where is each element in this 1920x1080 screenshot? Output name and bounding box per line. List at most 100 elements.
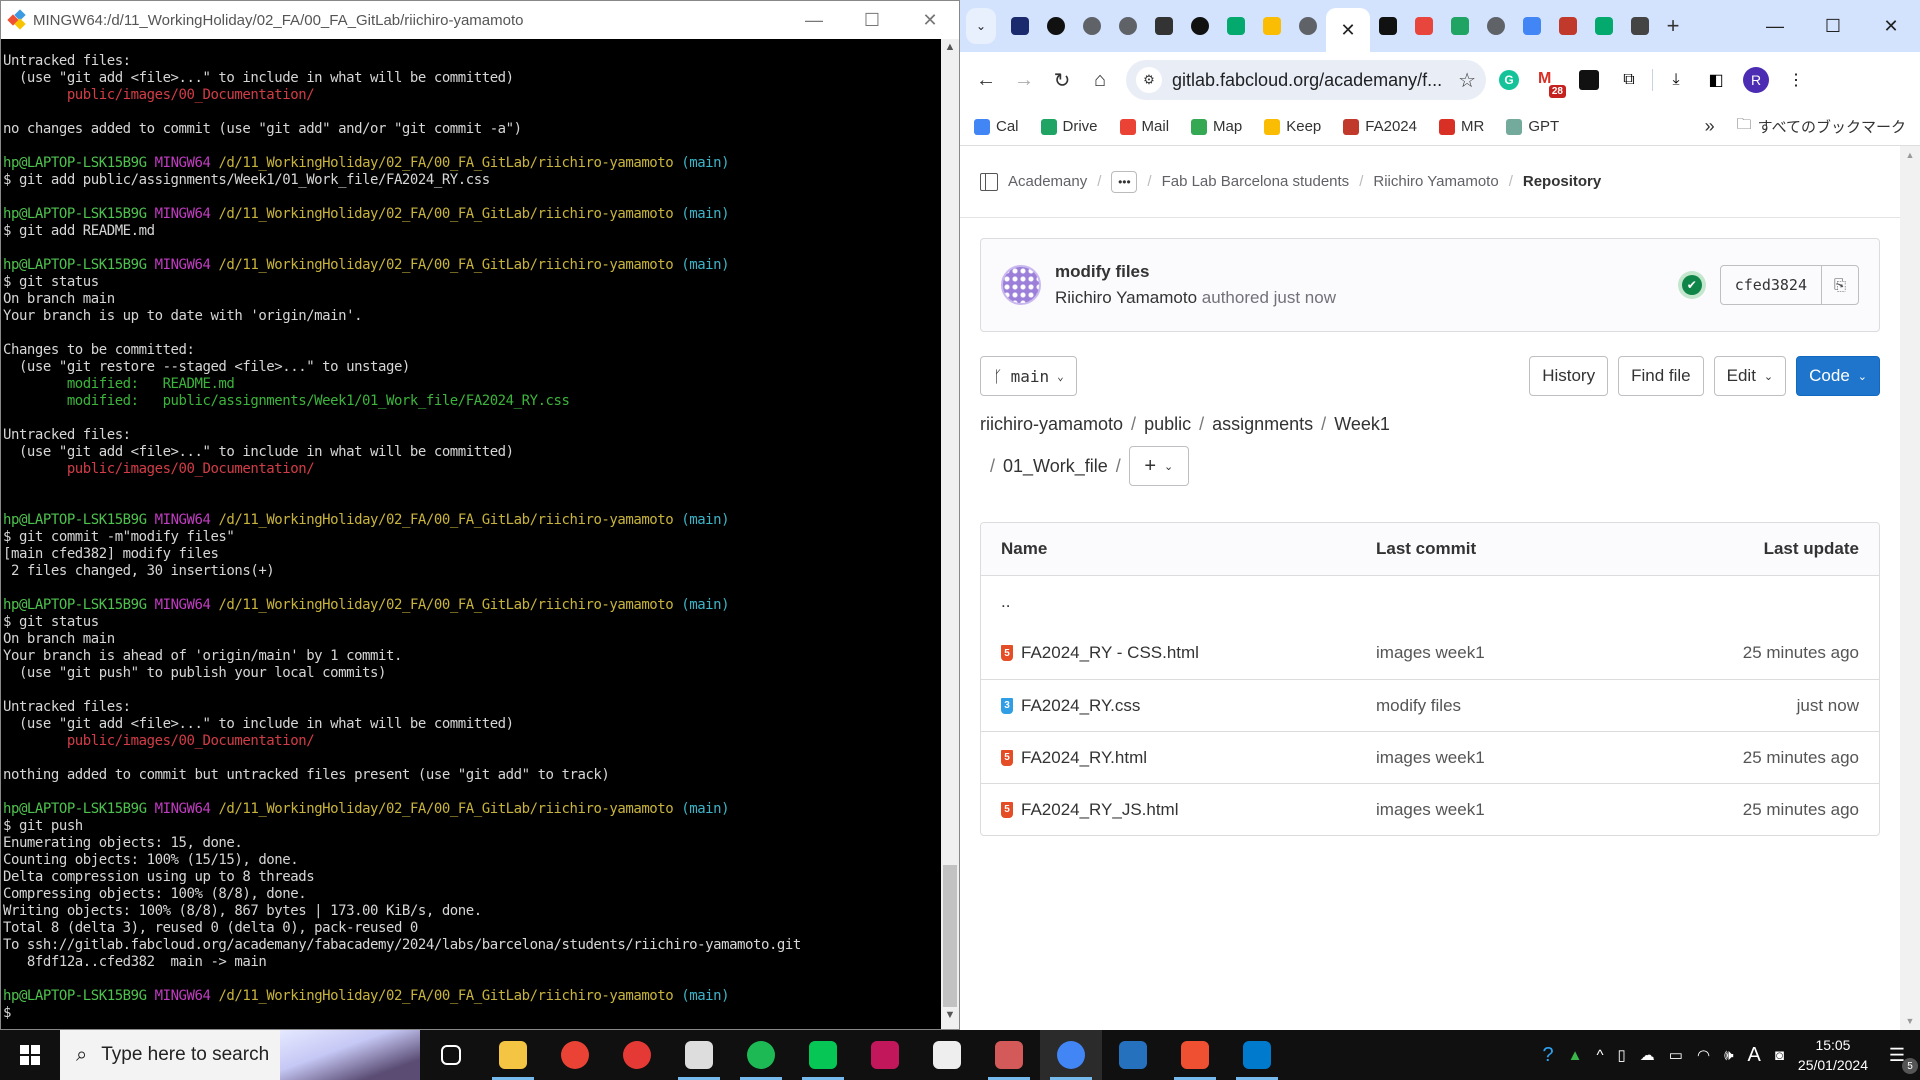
- bookmark-cal[interactable]: Cal: [974, 118, 1019, 135]
- tab-fabapps[interactable]: [1002, 8, 1038, 44]
- terminal-scrollbar[interactable]: ▲ ▼: [941, 39, 959, 1029]
- taskbar-app-snipping-tool[interactable]: [978, 1030, 1040, 1080]
- all-bookmarks-button[interactable]: 🗀 すべてのブックマーク: [1737, 114, 1906, 139]
- breadcrumb-project[interactable]: Riichiro Yamamoto: [1373, 173, 1498, 190]
- scrollbar-thumb[interactable]: [943, 865, 957, 1007]
- active-tab[interactable]: ✕: [1326, 8, 1370, 52]
- bookmark-star-icon[interactable]: ☆: [1458, 68, 1476, 93]
- terminal-window[interactable]: MINGW64:/d/11_WorkingHoliday/02_FA/00_FA…: [0, 0, 960, 1030]
- file-last-commit[interactable]: images week1: [1376, 800, 1659, 820]
- new-tab-button[interactable]: +: [1658, 13, 1688, 39]
- history-button[interactable]: History: [1529, 356, 1609, 396]
- scroll-up-icon[interactable]: ▲: [1900, 150, 1920, 160]
- file-name[interactable]: FA2024_RY.html: [1021, 748, 1147, 768]
- copy-sha-icon[interactable]: ⎘: [1822, 266, 1858, 304]
- scroll-down-icon[interactable]: ▼: [1900, 1016, 1920, 1026]
- back-button[interactable]: ←: [970, 64, 1002, 96]
- taskbar-app-google-photos[interactable]: [544, 1030, 606, 1080]
- start-button[interactable]: [0, 1030, 60, 1080]
- page-scrollbar[interactable]: ▲ ▼: [1900, 146, 1920, 1030]
- commit-sha[interactable]: cfed3824: [1721, 266, 1822, 304]
- gmail-checker-extension[interactable]: M 28: [1532, 63, 1566, 98]
- profile-avatar[interactable]: R: [1739, 63, 1773, 97]
- bookmark-map[interactable]: Map: [1191, 118, 1242, 135]
- tab-w3schools[interactable]: [1218, 8, 1254, 44]
- table-row[interactable]: 5 FA2024_RY_JS.html images week1 25 minutes…: [981, 783, 1879, 835]
- taskbar-app-voice-recorder[interactable]: [606, 1030, 668, 1080]
- taskbar-app-inkscape[interactable]: [916, 1030, 978, 1080]
- file-last-commit[interactable]: images week1: [1376, 748, 1659, 768]
- pipeline-status-badge[interactable]: ✔: [1677, 271, 1706, 299]
- tab-keep[interactable]: [1254, 8, 1290, 44]
- volume-icon[interactable]: 🕪: [1724, 1047, 1733, 1064]
- file-name[interactable]: FA2024_RY_JS.html: [1021, 800, 1179, 820]
- author-avatar[interactable]: [1001, 265, 1041, 305]
- taskbar-app-settings[interactable]: [668, 1030, 730, 1080]
- path-segment-current[interactable]: 01_Work_file: [1003, 456, 1108, 477]
- breadcrumb-academany[interactable]: Academany: [1008, 173, 1087, 190]
- tab-fablab-tv[interactable]: [1038, 8, 1074, 44]
- file-name[interactable]: FA2024_RY - CSS.html: [1021, 643, 1199, 663]
- table-row[interactable]: 5 FA2024_RY.html images week1 25 minutes ag…: [981, 731, 1879, 783]
- table-row[interactable]: 5 FA2024_RY - CSS.html images week1 25 minu…: [981, 627, 1879, 679]
- taskbar-app-vscode[interactable]: [1226, 1030, 1288, 1080]
- minimize-button[interactable]: —: [785, 1, 843, 39]
- ime-mode-icon[interactable]: ◙: [1775, 1047, 1784, 1064]
- home-button[interactable]: ⌂: [1084, 64, 1116, 96]
- tab-w3schools[interactable]: [1586, 8, 1622, 44]
- more-bookmarks-icon[interactable]: »: [1705, 116, 1715, 137]
- breadcrumb-group[interactable]: Fab Lab Barcelona students: [1162, 173, 1350, 190]
- clock[interactable]: 15:05 25/01/2024: [1798, 1035, 1868, 1075]
- breadcrumb-current[interactable]: Repository: [1523, 173, 1601, 190]
- taskbar-app-git-gui[interactable]: [1164, 1030, 1226, 1080]
- side-panel-icon[interactable]: ◧: [1699, 63, 1733, 97]
- path-segment[interactable]: public: [1144, 414, 1191, 434]
- taskbar-app-spotify[interactable]: [730, 1030, 792, 1080]
- minimize-button[interactable]: —: [1746, 16, 1804, 37]
- bookmark-keep[interactable]: Keep: [1264, 118, 1321, 135]
- ime-indicator[interactable]: A: [1748, 1044, 1761, 1067]
- taskbar-app-task-view[interactable]: [420, 1030, 482, 1080]
- edit-dropdown[interactable]: Edit ⌄: [1713, 356, 1787, 396]
- device-icon[interactable]: ▯: [1618, 1046, 1626, 1064]
- file-name[interactable]: FA2024_RY.css: [1021, 696, 1140, 716]
- tab-panda[interactable]: [1622, 8, 1658, 44]
- maximize-button[interactable]: ☐: [843, 1, 901, 39]
- tab-search-button[interactable]: ⌄: [966, 8, 996, 44]
- path-segment[interactable]: assignments: [1212, 414, 1313, 434]
- commit-title[interactable]: modify files: [1055, 262, 1678, 282]
- taskbar-app-file-explorer[interactable]: [482, 1030, 544, 1080]
- scroll-up-icon[interactable]: ▲: [941, 41, 959, 59]
- taskbar-app-chrome[interactable]: [1040, 1030, 1102, 1080]
- address-bar[interactable]: ⚙ gitlab.fabcloud.org/academany/f... ☆: [1126, 60, 1486, 100]
- breadcrumb-more-button[interactable]: •••: [1111, 170, 1138, 193]
- close-tab-icon[interactable]: ✕: [1340, 20, 1355, 41]
- tab-globe[interactable]: [1110, 8, 1146, 44]
- path-segment[interactable]: riichiro-yamamoto: [980, 414, 1123, 434]
- bookmark-mail[interactable]: Mail: [1119, 118, 1169, 135]
- taskbar-search[interactable]: ⌕ Type here to search: [60, 1030, 420, 1080]
- network-meter-icon[interactable]: ▲: [1568, 1047, 1583, 1064]
- tab-fabacademy[interactable]: [1550, 8, 1586, 44]
- bookmark-gpt[interactable]: GPT: [1506, 118, 1559, 135]
- notification-center-button[interactable]: ☰ 5: [1882, 1040, 1918, 1074]
- tab-calendar[interactable]: [1514, 8, 1550, 44]
- show-hidden-icons[interactable]: ^: [1596, 1047, 1603, 1064]
- tab-fablab-bcn[interactable]: [1370, 8, 1406, 44]
- tab-drive[interactable]: [1442, 8, 1478, 44]
- wifi-icon[interactable]: ◠: [1697, 1046, 1710, 1064]
- add-to-tree-dropdown[interactable]: + ⌄: [1128, 446, 1189, 486]
- tab-globe[interactable]: [1074, 8, 1110, 44]
- taskbar-app-line[interactable]: [792, 1030, 854, 1080]
- tab-slack-like[interactable]: [1406, 8, 1442, 44]
- downloads-icon[interactable]: ⤓: [1659, 63, 1693, 97]
- bookmark-fa2024[interactable]: FA2024: [1343, 118, 1417, 135]
- maximize-button[interactable]: ☐: [1804, 16, 1862, 37]
- path-segment[interactable]: Week1: [1334, 414, 1390, 434]
- file-last-commit[interactable]: images week1: [1376, 643, 1659, 663]
- bookmark-mr[interactable]: MR: [1439, 118, 1484, 135]
- tab-globe[interactable]: [1290, 8, 1326, 44]
- file-last-commit[interactable]: modify files: [1376, 696, 1659, 716]
- table-row[interactable]: 3 FA2024_RY.css modify files just now: [981, 679, 1879, 731]
- code-dropdown[interactable]: Code ⌄: [1796, 356, 1880, 396]
